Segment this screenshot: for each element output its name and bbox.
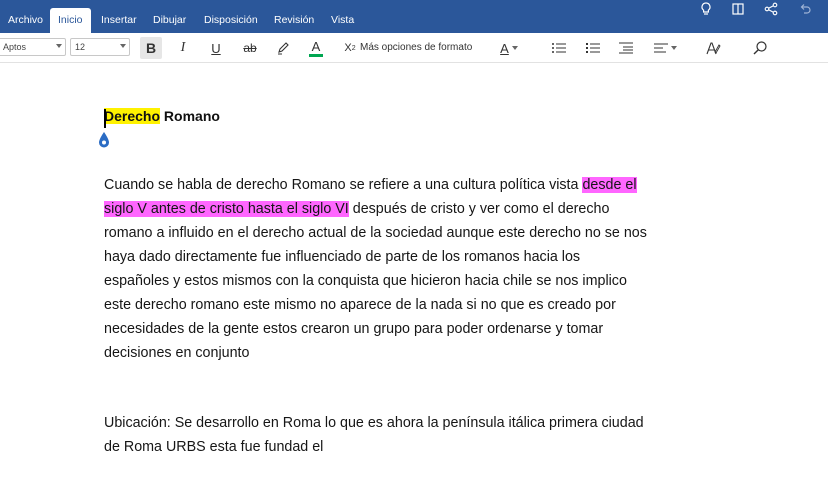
tab-vista[interactable]: Vista (323, 8, 362, 33)
styles-button[interactable] (702, 37, 724, 59)
paragraph-line: haya dado directamente fue influenciado … (104, 249, 581, 265)
italic-button[interactable]: I (172, 37, 194, 59)
strikethrough-label: ab (243, 41, 257, 55)
title-highlighted-word: Derecho (104, 108, 161, 124)
reading-view-icon[interactable] (727, 0, 749, 18)
strikethrough-button[interactable]: ab (238, 37, 262, 59)
search-icon (753, 41, 767, 55)
indent-button[interactable] (615, 37, 637, 59)
styles-icon (706, 41, 721, 54)
paragraph-line: siglo V antes de cristo hasta el siglo V… (104, 197, 724, 221)
paragraph-line: romano a influido en el derecho actual d… (104, 225, 647, 241)
paragraph-line: Cuando se habla de derecho Romano se ref… (104, 173, 724, 197)
paragraph-line: este derecho romano este mismo no aparec… (104, 297, 616, 313)
font-color-swatch (309, 53, 323, 57)
paragraph-line: decisiones en conjunto (104, 345, 250, 361)
indent-icon (619, 42, 633, 54)
tab-disposicion[interactable]: Disposición (196, 8, 266, 33)
search-button[interactable] (749, 37, 771, 59)
highlighter-button[interactable] (272, 37, 294, 59)
share-icon[interactable] (760, 0, 782, 18)
subscript-label: X (344, 42, 352, 54)
bold-button[interactable]: B (140, 37, 162, 59)
font-name-value: Aptos (3, 42, 27, 52)
paragraph-line: españoles y estos mismos con la conquist… (104, 273, 627, 289)
highlighted-text: desde el (582, 177, 637, 193)
cursor-handle-icon[interactable] (98, 131, 110, 154)
text-run: Cuando se habla de derecho Romano se ref… (104, 177, 583, 193)
title-rest: Romano (160, 108, 220, 124)
text-style-button[interactable]: A (496, 37, 522, 59)
ribbon-tab-bar: Archivo Inicio Insertar Dibujar Disposic… (0, 0, 828, 33)
paragraph-2[interactable]: Ubicación: Se desarrollo en Roma lo que … (104, 411, 724, 459)
numbered-list-button[interactable] (582, 37, 604, 59)
undo-icon[interactable] (794, 0, 816, 18)
text-run: después de cristo y ver como el derecho (348, 201, 610, 217)
tab-archivo[interactable]: Archivo (0, 8, 51, 33)
highlighted-text: siglo V antes de cristo hasta el siglo V… (104, 201, 349, 217)
subscript-index: 2 (351, 44, 356, 52)
document-title[interactable]: Derecho Romano (104, 108, 220, 124)
text-cursor (104, 109, 106, 128)
paragraph-1[interactable]: Cuando se habla de derecho Romano se ref… (104, 173, 724, 365)
tab-insertar[interactable]: Insertar (93, 8, 145, 33)
chevron-down-icon (56, 44, 62, 48)
font-name-dropdown[interactable]: Aptos (0, 38, 66, 56)
formatting-toolbar: Aptos 12 B I U ab A X2 Más opciones de f… (0, 33, 828, 63)
font-size-value: 12 (75, 42, 86, 52)
paragraph-line: Ubicación: Se desarrollo en Roma lo que … (104, 415, 644, 431)
underline-button[interactable]: U (205, 37, 227, 59)
bold-label: B (145, 40, 157, 56)
more-formats-button[interactable]: Más opciones de formato (360, 37, 472, 59)
numbered-list-icon (586, 43, 600, 53)
subscript-button[interactable]: X2 (342, 37, 358, 59)
font-size-dropdown[interactable]: 12 (70, 38, 130, 56)
font-color-label: A (311, 38, 321, 54)
chevron-down-icon (511, 46, 518, 50)
font-color-button[interactable]: A (305, 37, 327, 59)
tab-revision[interactable]: Revisión (266, 8, 322, 33)
bullet-list-icon (552, 43, 566, 53)
highlighter-icon (278, 42, 289, 55)
tab-inicio[interactable]: Inicio (50, 8, 91, 33)
italic-label: I (180, 40, 186, 55)
chevron-down-icon (120, 44, 126, 48)
lightbulb-icon[interactable] (695, 0, 717, 18)
align-left-icon (654, 43, 668, 53)
tab-dibujar[interactable]: Dibujar (145, 8, 194, 33)
underline-label: U (211, 40, 221, 56)
text-style-label: A (500, 40, 509, 56)
paragraph-line: de Roma URBS esta fue fundad el (104, 439, 324, 455)
bullet-list-button[interactable] (548, 37, 570, 59)
paragraph-line: necesidades de la gente estos crearon un… (104, 321, 604, 337)
alignment-button[interactable] (650, 37, 680, 59)
chevron-down-icon (671, 46, 677, 50)
